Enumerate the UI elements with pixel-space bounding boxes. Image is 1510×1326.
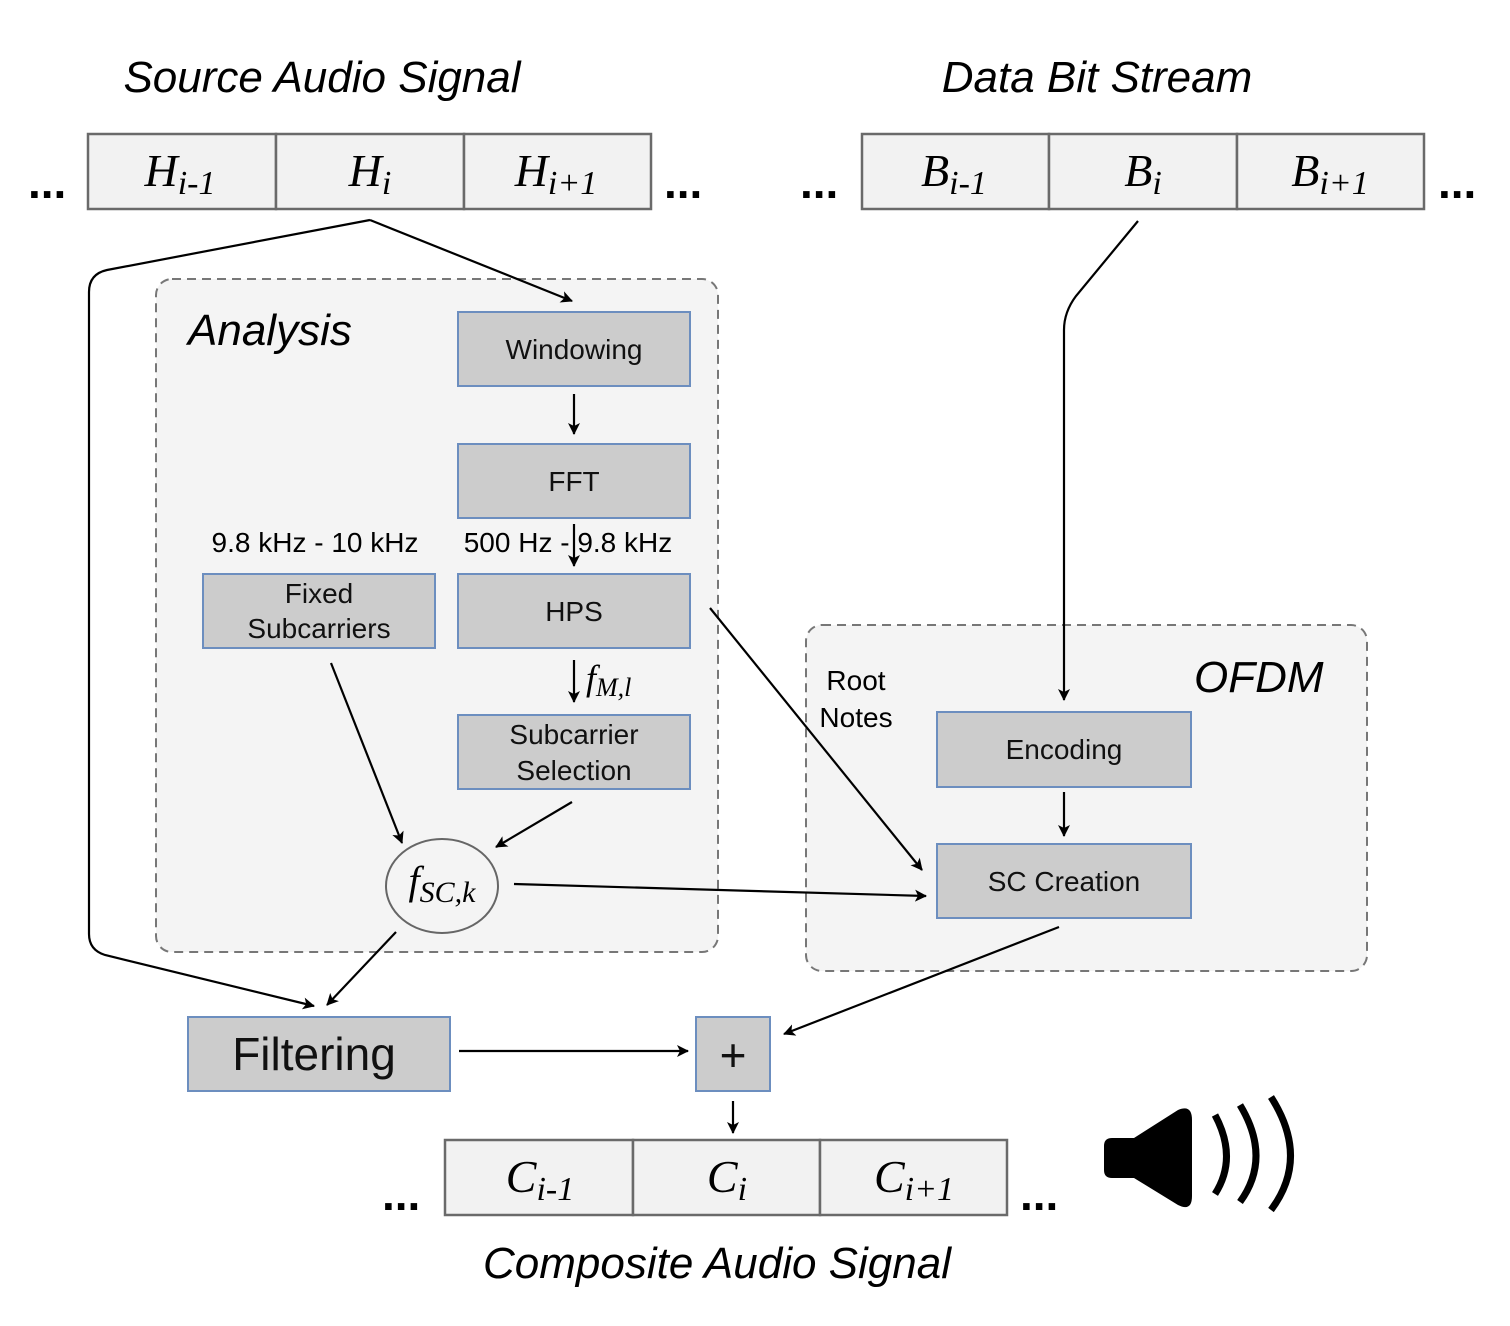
ofdm-title: OFDM (1194, 653, 1324, 702)
sound-wave-2 (1237, 1103, 1260, 1205)
source-ellipsis-left: ... (28, 156, 66, 208)
hps-range-label: 500 Hz - 9.8 kHz (464, 527, 673, 558)
data-ellipsis-right: ... (1438, 156, 1476, 208)
fft-label: FFT (548, 466, 599, 497)
sound-wave-1 (1211, 1113, 1230, 1196)
subcarrier-selection-label-line2: Selection (516, 755, 631, 786)
fixed-range-label: 9.8 kHz - 10 kHz (212, 527, 419, 558)
sc-creation-label: SC Creation (988, 866, 1141, 897)
encoding-label: Encoding (1006, 734, 1123, 765)
speaker-icon (1104, 1095, 1294, 1213)
signal-flow-diagram: Source Audio Signal Data Bit Stream Comp… (28, 53, 1476, 1288)
filtering-label: Filtering (232, 1028, 396, 1080)
data-ellipsis-left: ... (800, 156, 838, 208)
analysis-title: Analysis (185, 306, 352, 355)
data-frame-strip: ... Bi-1 Bi Bi+1 ... (800, 132, 1476, 211)
windowing-label: Windowing (506, 334, 643, 365)
composite-frame-strip: ... Ci-1 Ci Ci+1 ... (382, 1138, 1058, 1220)
adder-symbol: + (720, 1029, 747, 1081)
hps-label: HPS (545, 596, 603, 627)
source-ellipsis-right: ... (664, 156, 702, 208)
subcarrier-selection-label-line1: Subcarrier (509, 719, 638, 750)
composite-ellipsis-left: ... (382, 1168, 420, 1220)
speaker-cone (1104, 1108, 1192, 1208)
source-frame-strip: ... Hi-1 Hi Hi+1 ... (28, 132, 702, 211)
composite-ellipsis-right: ... (1020, 1168, 1058, 1220)
data-bit-stream-title: Data Bit Stream (942, 53, 1253, 102)
composite-audio-title: Composite Audio Signal (483, 1239, 952, 1288)
sound-wave-3 (1268, 1095, 1294, 1213)
fixed-subcarriers-label-line2: Subcarriers (247, 613, 390, 644)
fixed-subcarriers-label-line1: Fixed (285, 578, 353, 609)
source-audio-title: Source Audio Signal (123, 53, 521, 102)
root-notes-label-line2: Notes (819, 702, 892, 733)
root-notes-label-line1: Root (826, 665, 885, 696)
